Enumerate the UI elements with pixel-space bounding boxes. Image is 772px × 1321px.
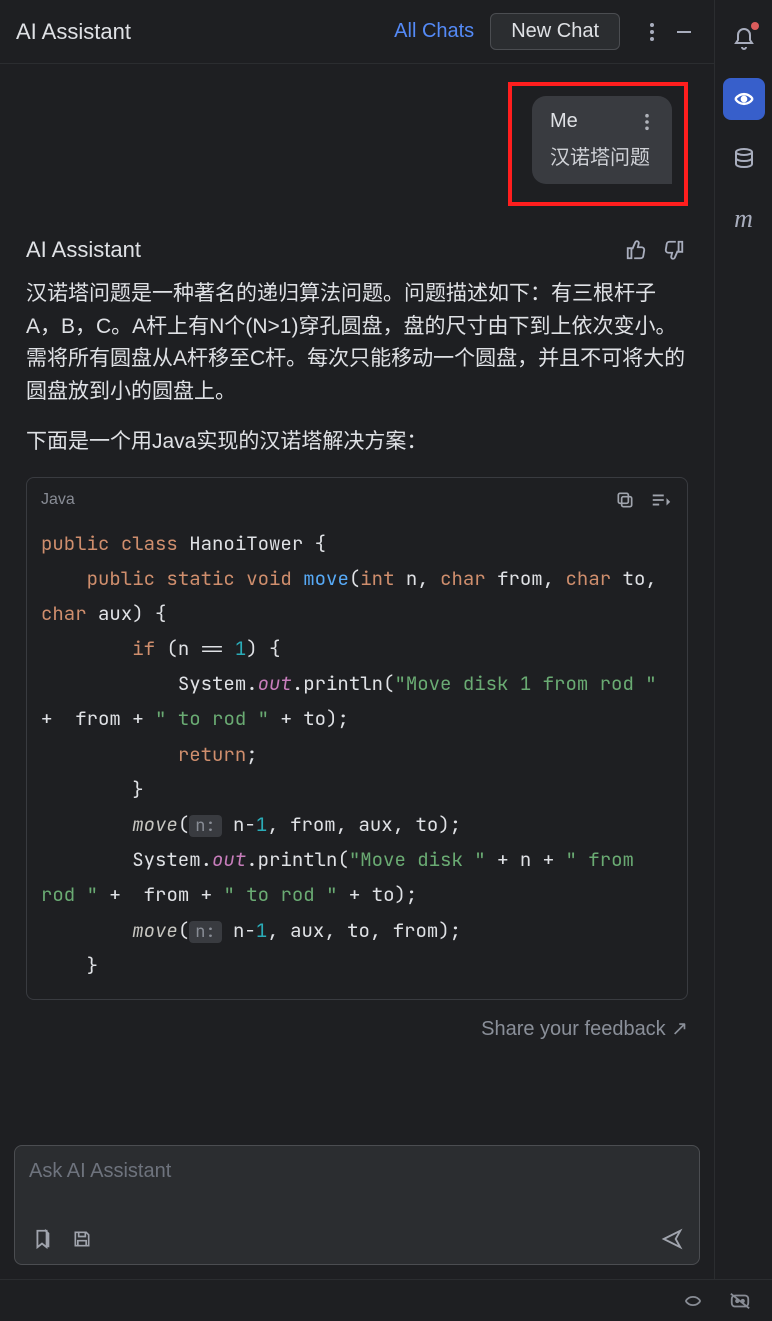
chat-input-placeholder: Ask AI Assistant (29, 1160, 685, 1226)
insert-code-icon[interactable] (649, 488, 673, 512)
header: AI Assistant All Chats New Chat (0, 0, 714, 64)
right-sidebar: m (714, 0, 772, 1279)
assistant-paragraph-2: 下面是一个用Java实现的汉诺塔解决方案： (26, 426, 688, 459)
bookmark-icon[interactable] (29, 1226, 55, 1252)
user-message-bubble: Me 汉诺塔问题 (532, 96, 672, 184)
ai-status-icon[interactable] (682, 1290, 704, 1312)
code-block: Java public class HanoiTower { public st… (26, 477, 688, 1000)
notifications-icon[interactable] (723, 18, 765, 60)
highlighted-user-message: Me 汉诺塔问题 (508, 82, 688, 206)
user-message-text: 汉诺塔问题 (550, 141, 654, 170)
code-content[interactable]: public class HanoiTower { public static … (27, 522, 687, 999)
ai-assistant-tool-icon[interactable] (723, 78, 765, 120)
code-language-label: Java (41, 491, 601, 509)
message-more-icon[interactable] (640, 113, 654, 131)
thumbs-down-icon[interactable] (660, 236, 688, 264)
assistant-name-label: AI Assistant (26, 237, 612, 263)
input-area: Ask AI Assistant (0, 1139, 714, 1279)
status-bar (0, 1279, 772, 1321)
all-chats-link[interactable]: All Chats (394, 20, 474, 43)
more-icon[interactable] (638, 18, 666, 46)
send-icon[interactable] (659, 1226, 685, 1252)
user-sender-label: Me (550, 110, 578, 133)
chat-body: Me 汉诺塔问题 AI Assistant (0, 64, 714, 1139)
maven-tool-icon[interactable]: m (723, 198, 765, 240)
app-title: AI Assistant (16, 19, 394, 45)
thumbs-up-icon[interactable] (622, 236, 650, 264)
copilot-status-icon[interactable] (728, 1290, 752, 1312)
assistant-paragraph-1: 汉诺塔问题是一种著名的递归算法问题。问题描述如下：有三根杆子A，B，C。A杆上有… (26, 278, 688, 408)
share-feedback-link[interactable]: Share your feedback ↗ (26, 1016, 688, 1049)
assistant-message: AI Assistant 汉诺塔问题是一种著名的递归算法问题。问题描述如下：有三… (26, 236, 688, 1049)
notification-badge (751, 22, 759, 30)
database-tool-icon[interactable] (723, 138, 765, 180)
save-icon[interactable] (69, 1226, 95, 1252)
chat-input-box[interactable]: Ask AI Assistant (14, 1145, 700, 1265)
copy-code-icon[interactable] (613, 488, 637, 512)
new-chat-button[interactable]: New Chat (490, 13, 620, 50)
minimize-icon[interactable] (670, 18, 698, 46)
